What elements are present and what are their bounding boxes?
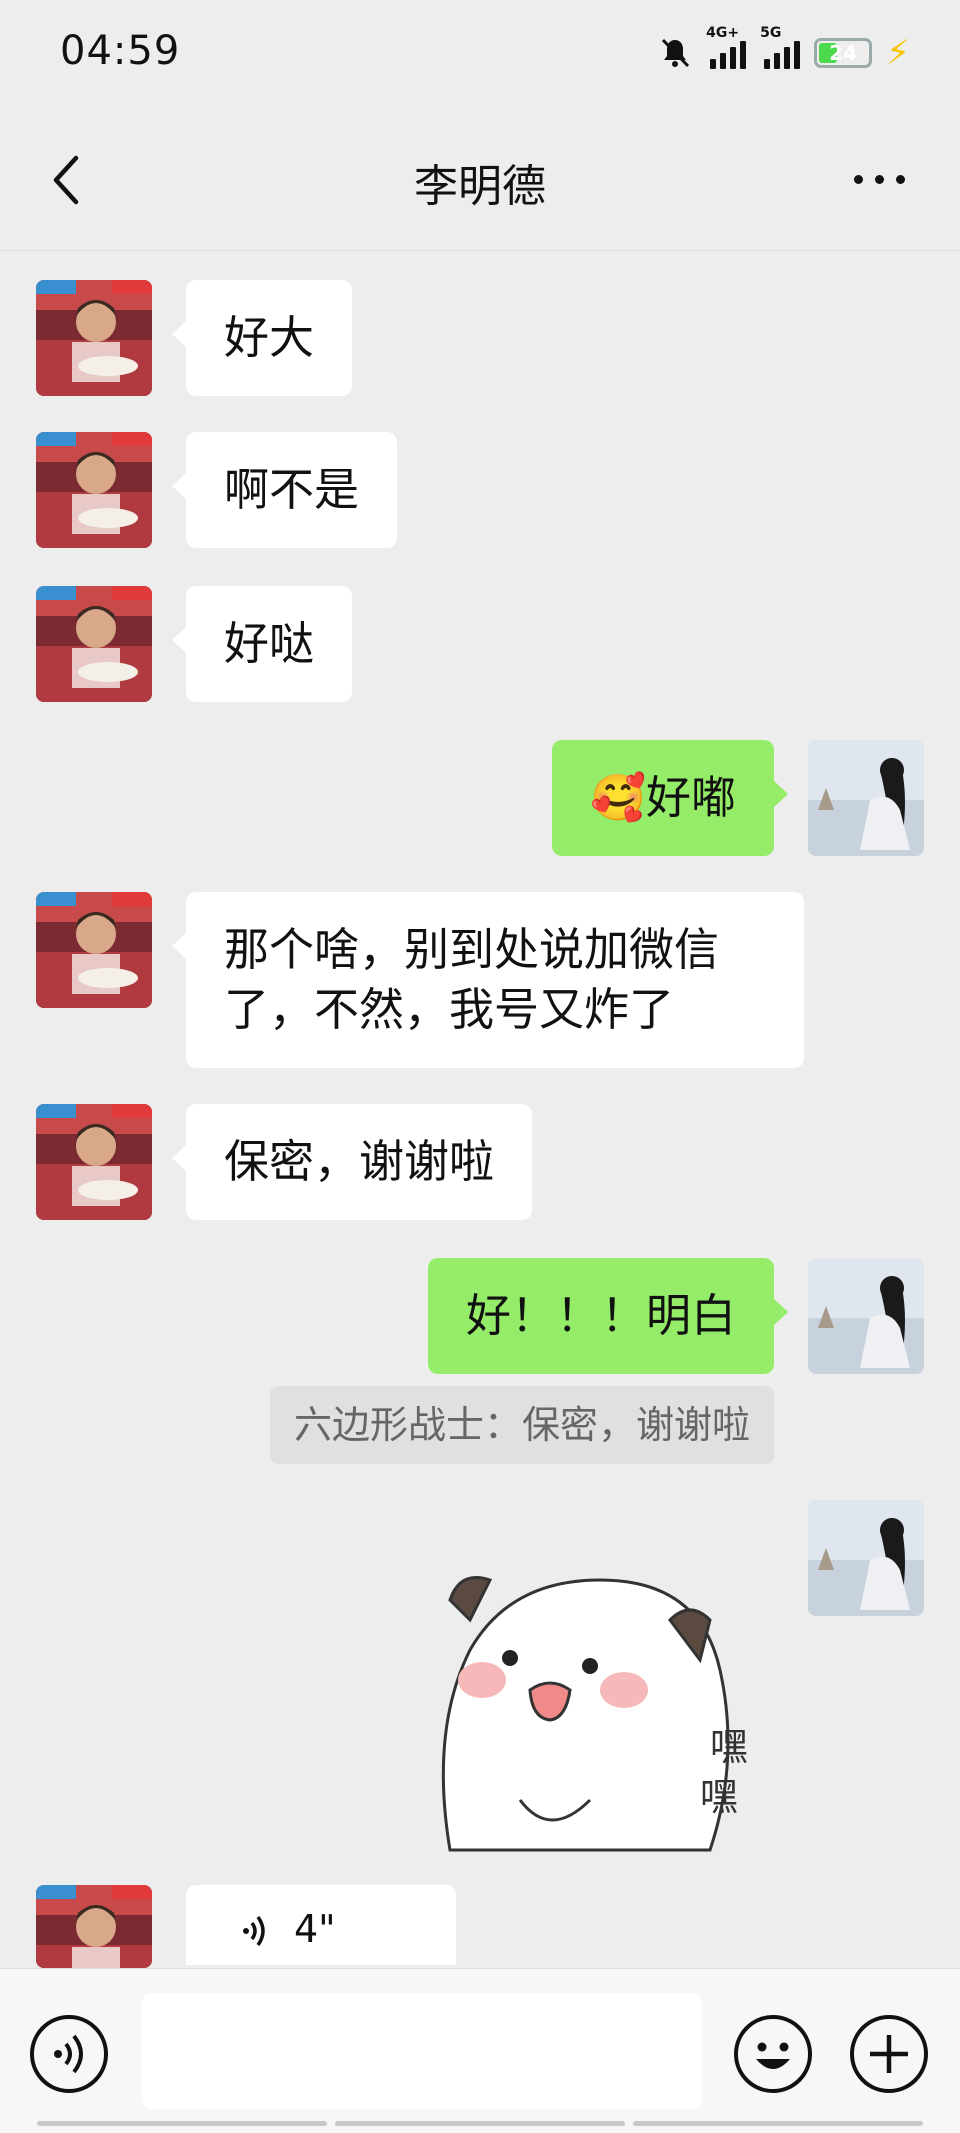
message-line: 那个啥，别到处说加微信 (224, 923, 720, 976)
my-avatar[interactable] (808, 1500, 924, 1616)
message-bubble[interactable]: 好哒 (171, 586, 353, 702)
more-dots-icon[interactable] (854, 164, 910, 194)
contact-avatar[interactable] (36, 586, 152, 702)
my-avatar[interactable] (808, 740, 924, 856)
voice-wave-icon (243, 1915, 265, 1947)
message-bubble-sent[interactable]: 🥰好嘟 (551, 740, 789, 856)
home-indicator (0, 2121, 960, 2127)
smiling-hearts-emoji-icon: 🥰 (589, 771, 646, 824)
message-bubble-sent[interactable]: 好！！！明白 (427, 1258, 789, 1374)
voice-message-bubble[interactable]: 4" (186, 1885, 456, 1965)
battery-level: 24 (829, 41, 858, 65)
my-avatar[interactable] (808, 1258, 924, 1374)
contact-avatar[interactable] (36, 1885, 152, 1968)
message-bubble[interactable]: 好大 (171, 280, 353, 396)
message-bubble[interactable]: 那个啥，别到处说加微信 了，不然，我号又炸了 (172, 892, 804, 1068)
voice-icon[interactable] (30, 2015, 108, 2093)
input-bar (0, 1968, 960, 2133)
status-bar: 04:59 4G+ 5G 24 ⚡ (0, 0, 960, 110)
status-time: 04:59 (60, 28, 181, 74)
signal-5g-icon: 5G (760, 25, 801, 69)
voice-duration: 4" (294, 1907, 336, 1951)
contact-avatar[interactable] (36, 280, 152, 396)
header-divider (0, 250, 960, 251)
charging-bolt-icon: ⚡ (886, 33, 910, 73)
contact-avatar[interactable] (36, 892, 152, 1008)
status-icons: 4G+ 5G 24 ⚡ (658, 25, 910, 78)
contact-avatar[interactable] (36, 1104, 152, 1220)
signal-4g-icon: 4G+ (706, 25, 747, 69)
mute-bell-icon (662, 38, 690, 68)
contact-avatar[interactable] (36, 432, 152, 548)
chat-title: 李明德 (414, 161, 546, 212)
battery-icon: 24 (814, 38, 873, 68)
plus-icon[interactable] (850, 2015, 928, 2093)
message-line: 了，不然，我号又炸了 (224, 983, 675, 1036)
network-label-1: 4G+ (706, 25, 740, 41)
chat-header: 李明德 (0, 110, 960, 250)
emoji-icon[interactable] (734, 2015, 812, 2093)
message-input[interactable] (142, 1993, 702, 2109)
message-text: 好嘟 (645, 771, 736, 824)
message-bubble[interactable]: 保密，谢谢啦 (171, 1104, 533, 1220)
message-bubble[interactable]: 啊不是 (171, 432, 398, 548)
sticker-image[interactable]: 嘿 嘿 (410, 1520, 790, 1860)
quoted-message[interactable]: 六边形战士：保密，谢谢啦 (269, 1386, 774, 1464)
network-label-2: 5G (760, 25, 782, 41)
sticker-text: 嘿 (710, 1725, 748, 1769)
sticker-text: 嘿 (700, 1775, 738, 1819)
